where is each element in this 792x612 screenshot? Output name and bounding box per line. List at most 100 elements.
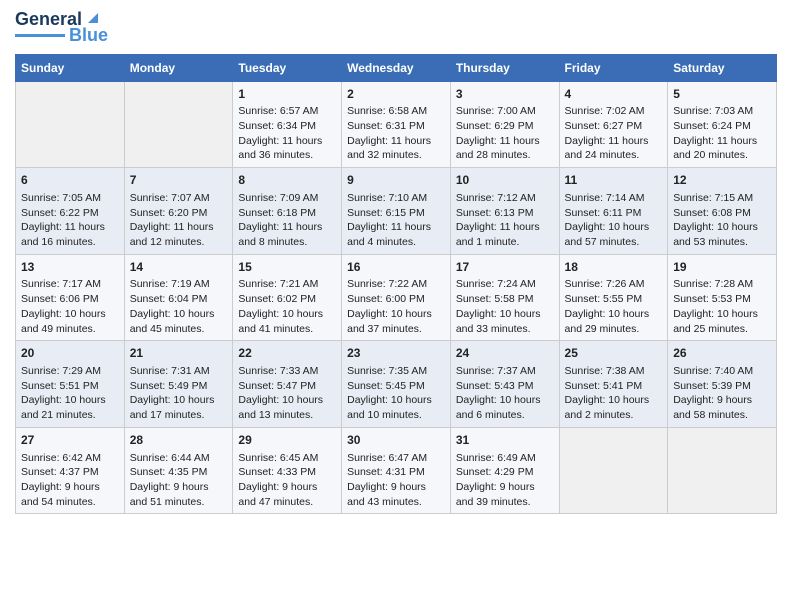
calendar-cell: 3Sunrise: 7:00 AM Sunset: 6:29 PM Daylig… bbox=[450, 81, 559, 168]
calendar-cell: 14Sunrise: 7:19 AM Sunset: 6:04 PM Dayli… bbox=[124, 254, 233, 341]
day-number: 1 bbox=[238, 86, 336, 103]
calendar-cell: 31Sunrise: 6:49 AM Sunset: 4:29 PM Dayli… bbox=[450, 427, 559, 514]
header-friday: Friday bbox=[559, 54, 668, 81]
calendar-cell: 8 Sunrise: 7:09 AM Sunset: 6:18 PM Daylig… bbox=[233, 168, 342, 255]
calendar-cell: 25 Sunrise: 7:38 AM Sunset: 5:41 PM Dayli… bbox=[559, 341, 668, 428]
week-row-3: 20 Sunrise: 7:29 AM Sunset: 5:51 PM Dayli… bbox=[16, 341, 777, 428]
calendar-cell bbox=[668, 427, 777, 514]
cell-content: Sunrise: 7:37 AM Sunset: 5:43 PM Dayligh… bbox=[456, 364, 554, 423]
calendar-cell: 29 Sunrise: 6:45 AM Sunset: 4:33 PM Dayli… bbox=[233, 427, 342, 514]
week-row-0: 1Sunrise: 6:57 AM Sunset: 6:34 PM Daylig… bbox=[16, 81, 777, 168]
cell-content: Sunrise: 7:00 AM Sunset: 6:29 PM Dayligh… bbox=[456, 104, 554, 163]
cell-content: Sunrise: 7:10 AM Sunset: 6:15 PM Dayligh… bbox=[347, 191, 445, 250]
day-number: 9 bbox=[347, 172, 445, 189]
calendar-cell: 21 Sunrise: 7:31 AM Sunset: 5:49 PM Dayli… bbox=[124, 341, 233, 428]
cell-content: Sunrise: 7:22 AM Sunset: 6:00 PM Dayligh… bbox=[347, 277, 445, 336]
cell-content: Sunrise: 7:03 AM Sunset: 6:24 PM Dayligh… bbox=[673, 104, 771, 163]
cell-content: Sunrise: 7:12 AM Sunset: 6:13 PM Dayligh… bbox=[456, 191, 554, 250]
week-row-1: 6Sunrise: 7:05 AM Sunset: 6:22 PM Daylig… bbox=[16, 168, 777, 255]
calendar-body: 1Sunrise: 6:57 AM Sunset: 6:34 PM Daylig… bbox=[16, 81, 777, 514]
calendar-cell: 9 Sunrise: 7:10 AM Sunset: 6:15 PM Daylig… bbox=[342, 168, 451, 255]
cell-content: Sunrise: 7:29 AM Sunset: 5:51 PM Dayligh… bbox=[21, 364, 119, 423]
day-number: 24 bbox=[456, 345, 554, 362]
cell-content: Sunrise: 7:26 AM Sunset: 5:55 PM Dayligh… bbox=[565, 277, 663, 336]
cell-content: Sunrise: 7:14 AM Sunset: 6:11 PM Dayligh… bbox=[565, 191, 663, 250]
day-number: 10 bbox=[456, 172, 554, 189]
calendar-cell: 6Sunrise: 7:05 AM Sunset: 6:22 PM Daylig… bbox=[16, 168, 125, 255]
header-tuesday: Tuesday bbox=[233, 54, 342, 81]
cell-content: Sunrise: 7:05 AM Sunset: 6:22 PM Dayligh… bbox=[21, 191, 119, 250]
cell-content: Sunrise: 6:44 AM Sunset: 4:35 PM Dayligh… bbox=[130, 451, 228, 510]
week-row-4: 27 Sunrise: 6:42 AM Sunset: 4:37 PM Dayli… bbox=[16, 427, 777, 514]
calendar-cell: 23Sunrise: 7:35 AM Sunset: 5:45 PM Dayli… bbox=[342, 341, 451, 428]
calendar-cell: 1Sunrise: 6:57 AM Sunset: 6:34 PM Daylig… bbox=[233, 81, 342, 168]
calendar-cell: 10 Sunrise: 7:12 AM Sunset: 6:13 PM Dayli… bbox=[450, 168, 559, 255]
calendar-cell: 5Sunrise: 7:03 AM Sunset: 6:24 PM Daylig… bbox=[668, 81, 777, 168]
cell-content: Sunrise: 6:45 AM Sunset: 4:33 PM Dayligh… bbox=[238, 451, 336, 510]
calendar-cell bbox=[559, 427, 668, 514]
calendar-cell bbox=[16, 81, 125, 168]
day-number: 18 bbox=[565, 259, 663, 276]
logo-line bbox=[15, 34, 65, 37]
calendar-cell bbox=[124, 81, 233, 168]
cell-content: Sunrise: 6:58 AM Sunset: 6:31 PM Dayligh… bbox=[347, 104, 445, 163]
cell-content: Sunrise: 7:31 AM Sunset: 5:49 PM Dayligh… bbox=[130, 364, 228, 423]
calendar-cell: 7 Sunrise: 7:07 AM Sunset: 6:20 PM Daylig… bbox=[124, 168, 233, 255]
logo: General Blue bbox=[15, 10, 108, 46]
calendar-table: SundayMondayTuesdayWednesdayThursdayFrid… bbox=[15, 54, 777, 515]
day-number: 4 bbox=[565, 86, 663, 103]
cell-content: Sunrise: 7:33 AM Sunset: 5:47 PM Dayligh… bbox=[238, 364, 336, 423]
day-number: 12 bbox=[673, 172, 771, 189]
cell-content: Sunrise: 7:07 AM Sunset: 6:20 PM Dayligh… bbox=[130, 191, 228, 250]
cell-content: Sunrise: 7:19 AM Sunset: 6:04 PM Dayligh… bbox=[130, 277, 228, 336]
cell-content: Sunrise: 7:09 AM Sunset: 6:18 PM Dayligh… bbox=[238, 191, 336, 250]
cell-content: Sunrise: 6:42 AM Sunset: 4:37 PM Dayligh… bbox=[21, 451, 119, 510]
day-number: 3 bbox=[456, 86, 554, 103]
calendar-cell: 30Sunrise: 6:47 AM Sunset: 4:31 PM Dayli… bbox=[342, 427, 451, 514]
week-row-2: 13Sunrise: 7:17 AM Sunset: 6:06 PM Dayli… bbox=[16, 254, 777, 341]
header-saturday: Saturday bbox=[668, 54, 777, 81]
day-number: 11 bbox=[565, 172, 663, 189]
day-number: 20 bbox=[21, 345, 119, 362]
day-number: 29 bbox=[238, 432, 336, 449]
calendar-cell: 11 Sunrise: 7:14 AM Sunset: 6:11 PM Dayli… bbox=[559, 168, 668, 255]
day-number: 19 bbox=[673, 259, 771, 276]
header-wednesday: Wednesday bbox=[342, 54, 451, 81]
calendar-cell: 28Sunrise: 6:44 AM Sunset: 4:35 PM Dayli… bbox=[124, 427, 233, 514]
cell-content: Sunrise: 6:49 AM Sunset: 4:29 PM Dayligh… bbox=[456, 451, 554, 510]
cell-content: Sunrise: 7:02 AM Sunset: 6:27 PM Dayligh… bbox=[565, 104, 663, 163]
logo-blue: Blue bbox=[69, 26, 108, 46]
cell-content: Sunrise: 7:15 AM Sunset: 6:08 PM Dayligh… bbox=[673, 191, 771, 250]
calendar-cell: 19Sunrise: 7:28 AM Sunset: 5:53 PM Dayli… bbox=[668, 254, 777, 341]
day-number: 14 bbox=[130, 259, 228, 276]
calendar-cell: 27 Sunrise: 6:42 AM Sunset: 4:37 PM Dayli… bbox=[16, 427, 125, 514]
calendar-cell: 17Sunrise: 7:24 AM Sunset: 5:58 PM Dayli… bbox=[450, 254, 559, 341]
day-number: 21 bbox=[130, 345, 228, 362]
day-number: 5 bbox=[673, 86, 771, 103]
calendar-cell: 24 Sunrise: 7:37 AM Sunset: 5:43 PM Dayli… bbox=[450, 341, 559, 428]
day-number: 16 bbox=[347, 259, 445, 276]
page-header: General Blue bbox=[15, 10, 777, 46]
cell-content: Sunrise: 7:38 AM Sunset: 5:41 PM Dayligh… bbox=[565, 364, 663, 423]
cell-content: Sunrise: 7:28 AM Sunset: 5:53 PM Dayligh… bbox=[673, 277, 771, 336]
header-thursday: Thursday bbox=[450, 54, 559, 81]
calendar-cell: 12 Sunrise: 7:15 AM Sunset: 6:08 PM Dayli… bbox=[668, 168, 777, 255]
day-number: 22 bbox=[238, 345, 336, 362]
calendar-cell: 26Sunrise: 7:40 AM Sunset: 5:39 PM Dayli… bbox=[668, 341, 777, 428]
day-number: 15 bbox=[238, 259, 336, 276]
calendar-cell: 2Sunrise: 6:58 AM Sunset: 6:31 PM Daylig… bbox=[342, 81, 451, 168]
calendar-cell: 13Sunrise: 7:17 AM Sunset: 6:06 PM Dayli… bbox=[16, 254, 125, 341]
cell-content: Sunrise: 7:35 AM Sunset: 5:45 PM Dayligh… bbox=[347, 364, 445, 423]
day-number: 25 bbox=[565, 345, 663, 362]
calendar-cell: 20 Sunrise: 7:29 AM Sunset: 5:51 PM Dayli… bbox=[16, 341, 125, 428]
header-sunday: Sunday bbox=[16, 54, 125, 81]
calendar-cell: 15Sunrise: 7:21 AM Sunset: 6:02 PM Dayli… bbox=[233, 254, 342, 341]
day-number: 7 bbox=[130, 172, 228, 189]
calendar-cell: 4Sunrise: 7:02 AM Sunset: 6:27 PM Daylig… bbox=[559, 81, 668, 168]
day-number: 17 bbox=[456, 259, 554, 276]
cell-content: Sunrise: 6:57 AM Sunset: 6:34 PM Dayligh… bbox=[238, 104, 336, 163]
day-number: 30 bbox=[347, 432, 445, 449]
calendar-cell: 16Sunrise: 7:22 AM Sunset: 6:00 PM Dayli… bbox=[342, 254, 451, 341]
day-number: 8 bbox=[238, 172, 336, 189]
day-number: 27 bbox=[21, 432, 119, 449]
